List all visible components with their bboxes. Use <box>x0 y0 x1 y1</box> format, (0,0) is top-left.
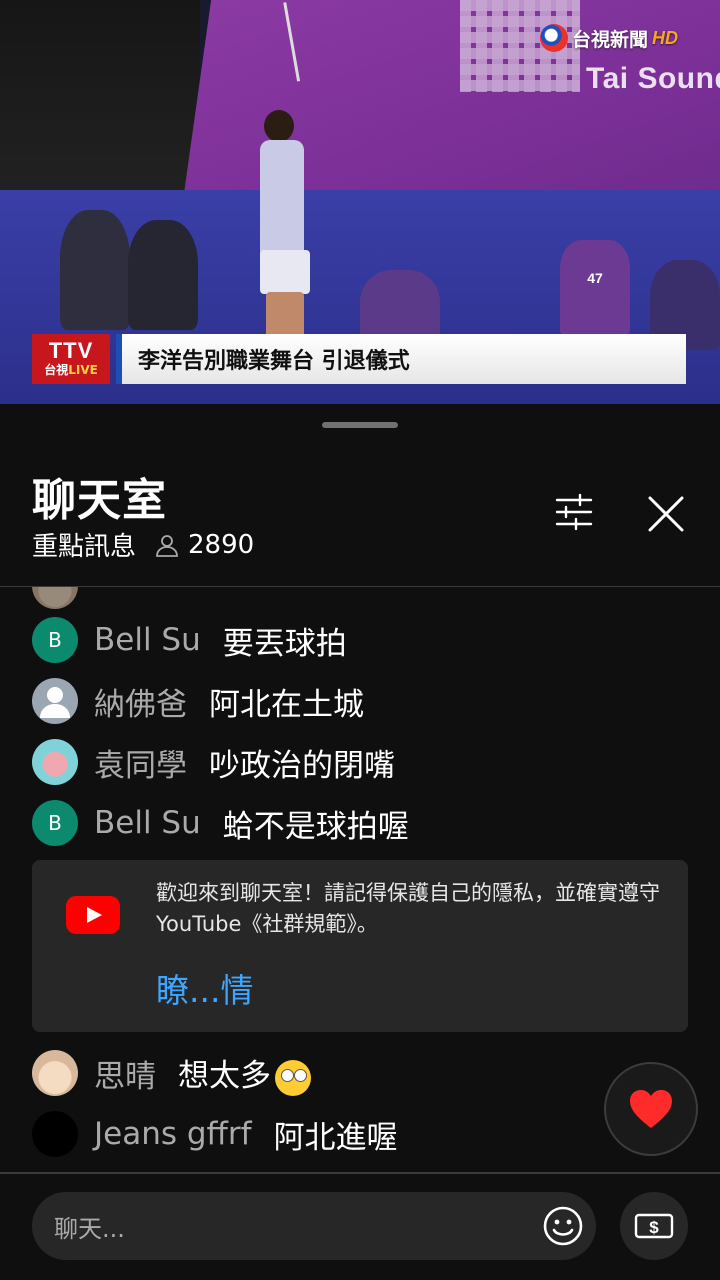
chat-input[interactable]: 聊天... <box>32 1192 596 1260</box>
viewer-count: 2890 <box>154 530 254 560</box>
message-author[interactable]: 納佛爸 <box>94 679 187 724</box>
message-text: 吵政治的閉嘴 <box>209 747 395 784</box>
tune-icon <box>555 493 593 531</box>
message-text: 阿北在土城 <box>209 686 364 723</box>
message-author[interactable]: Bell Su <box>94 622 201 658</box>
chat-title: 聊天室 <box>32 475 167 526</box>
hd-badge: HD <box>652 27 679 48</box>
input-divider <box>0 1172 720 1174</box>
avatar <box>32 587 78 609</box>
photographer-bib-number: 47 <box>587 270 603 286</box>
avatar <box>32 739 78 785</box>
channel-logo: 台視新聞 HD <box>540 24 678 52</box>
chat-mode-selector[interactable]: 重點訊息 <box>32 526 136 563</box>
avatar: B <box>32 800 78 846</box>
news-lower-third: TTV 台視LIVE 李洋告別職業舞台 引退儀式 <box>32 334 686 384</box>
arena-background <box>0 0 200 200</box>
close-icon <box>648 496 684 532</box>
chat-message[interactable]: B Bell Su 要丟球拍 <box>32 615 347 665</box>
message-text-content: 想太多 <box>178 1058 271 1095</box>
message-author[interactable]: 思晴 <box>94 1051 156 1096</box>
youtube-logo-icon <box>66 896 120 934</box>
photographer-vest: 47 <box>560 240 630 336</box>
message-text: 要丟球拍 <box>222 625 347 662</box>
chat-message[interactable]: 納佛爸 阿北在土城 <box>32 676 364 726</box>
avatar: B <box>32 617 78 663</box>
ttv-brand-sub: 台視 <box>44 363 69 377</box>
avatar <box>32 1050 78 1096</box>
viewer-count-value: 2890 <box>188 529 255 560</box>
chat-message[interactable]: Jeans gffrf 阿北進喔 <box>32 1109 398 1159</box>
chat-welcome-banner: 歡迎來到聊天室！請記得保護自己的隱私，並確實遵守 YouTube《社群規範》。 … <box>32 860 688 1032</box>
badminton-player <box>258 110 314 340</box>
person-icon <box>154 532 180 558</box>
emoji-picker-button[interactable] <box>542 1205 584 1247</box>
sponsor-text: Tai Sound <box>586 62 720 95</box>
welcome-text: 歡迎來到聊天室！請記得保護自己的隱私，並確實遵守 YouTube《社群規範》。 <box>156 881 660 936</box>
photographer-figure <box>128 220 198 330</box>
filter-settings-button[interactable] <box>554 492 594 532</box>
message-author[interactable]: Jeans gffrf <box>94 1116 252 1152</box>
svg-text:$: $ <box>649 1218 659 1237</box>
smiley-icon <box>543 1206 583 1246</box>
reaction-heart-button[interactable] <box>604 1062 698 1156</box>
message-author[interactable]: Bell Su <box>94 805 201 841</box>
chat-subheader: 重點訊息 2890 <box>32 526 254 563</box>
chat-message-partial <box>32 587 78 611</box>
message-author[interactable]: 袁同學 <box>94 740 187 785</box>
rolling-eyes-emoji-icon <box>275 1059 311 1096</box>
chat-message[interactable]: B Bell Su 蛤不是球拍喔 <box>32 798 409 848</box>
chat-message[interactable]: 袁同學 吵政治的閉嘴 <box>32 737 395 787</box>
live-label: LIVE <box>68 363 98 377</box>
ttv-orb-icon <box>540 24 568 52</box>
avatar <box>32 1111 78 1157</box>
close-chat-button[interactable] <box>644 492 688 536</box>
drag-handle[interactable] <box>322 422 398 428</box>
message-text: 蛤不是球拍喔 <box>222 808 409 845</box>
chat-message[interactable]: 思晴 想太多 <box>32 1048 311 1098</box>
avatar <box>32 678 78 724</box>
money-icon: $ <box>634 1213 674 1239</box>
default-avatar-icon <box>40 687 70 718</box>
photographer-figure <box>60 210 130 330</box>
super-chat-button[interactable]: $ <box>620 1192 688 1260</box>
channel-logo-text: 台視新聞 <box>572 28 649 51</box>
news-headline: 李洋告別職業舞台 引退儀式 <box>116 334 686 384</box>
learn-more-link[interactable]: 瞭...情 <box>156 964 253 1012</box>
message-text: 想太多 <box>178 1050 311 1096</box>
ttv-brand: TTV <box>48 338 94 363</box>
live-chat-panel: 聊天室 重點訊息 2890 B Bell Su 要丟球拍 納佛爸 阿北在土城 袁… <box>0 404 720 1280</box>
heart-icon <box>630 1090 672 1128</box>
video-player[interactable]: Tai Sound 47 台視新聞 HD TTV 台視LIVE 李洋告別職業舞台… <box>0 0 720 404</box>
ttv-live-badge: TTV 台視LIVE <box>32 334 110 384</box>
message-text: 阿北進喔 <box>273 1119 398 1156</box>
chat-message-list[interactable]: B Bell Su 要丟球拍 納佛爸 阿北在土城 袁同學 吵政治的閉嘴 B Be… <box>0 587 720 853</box>
